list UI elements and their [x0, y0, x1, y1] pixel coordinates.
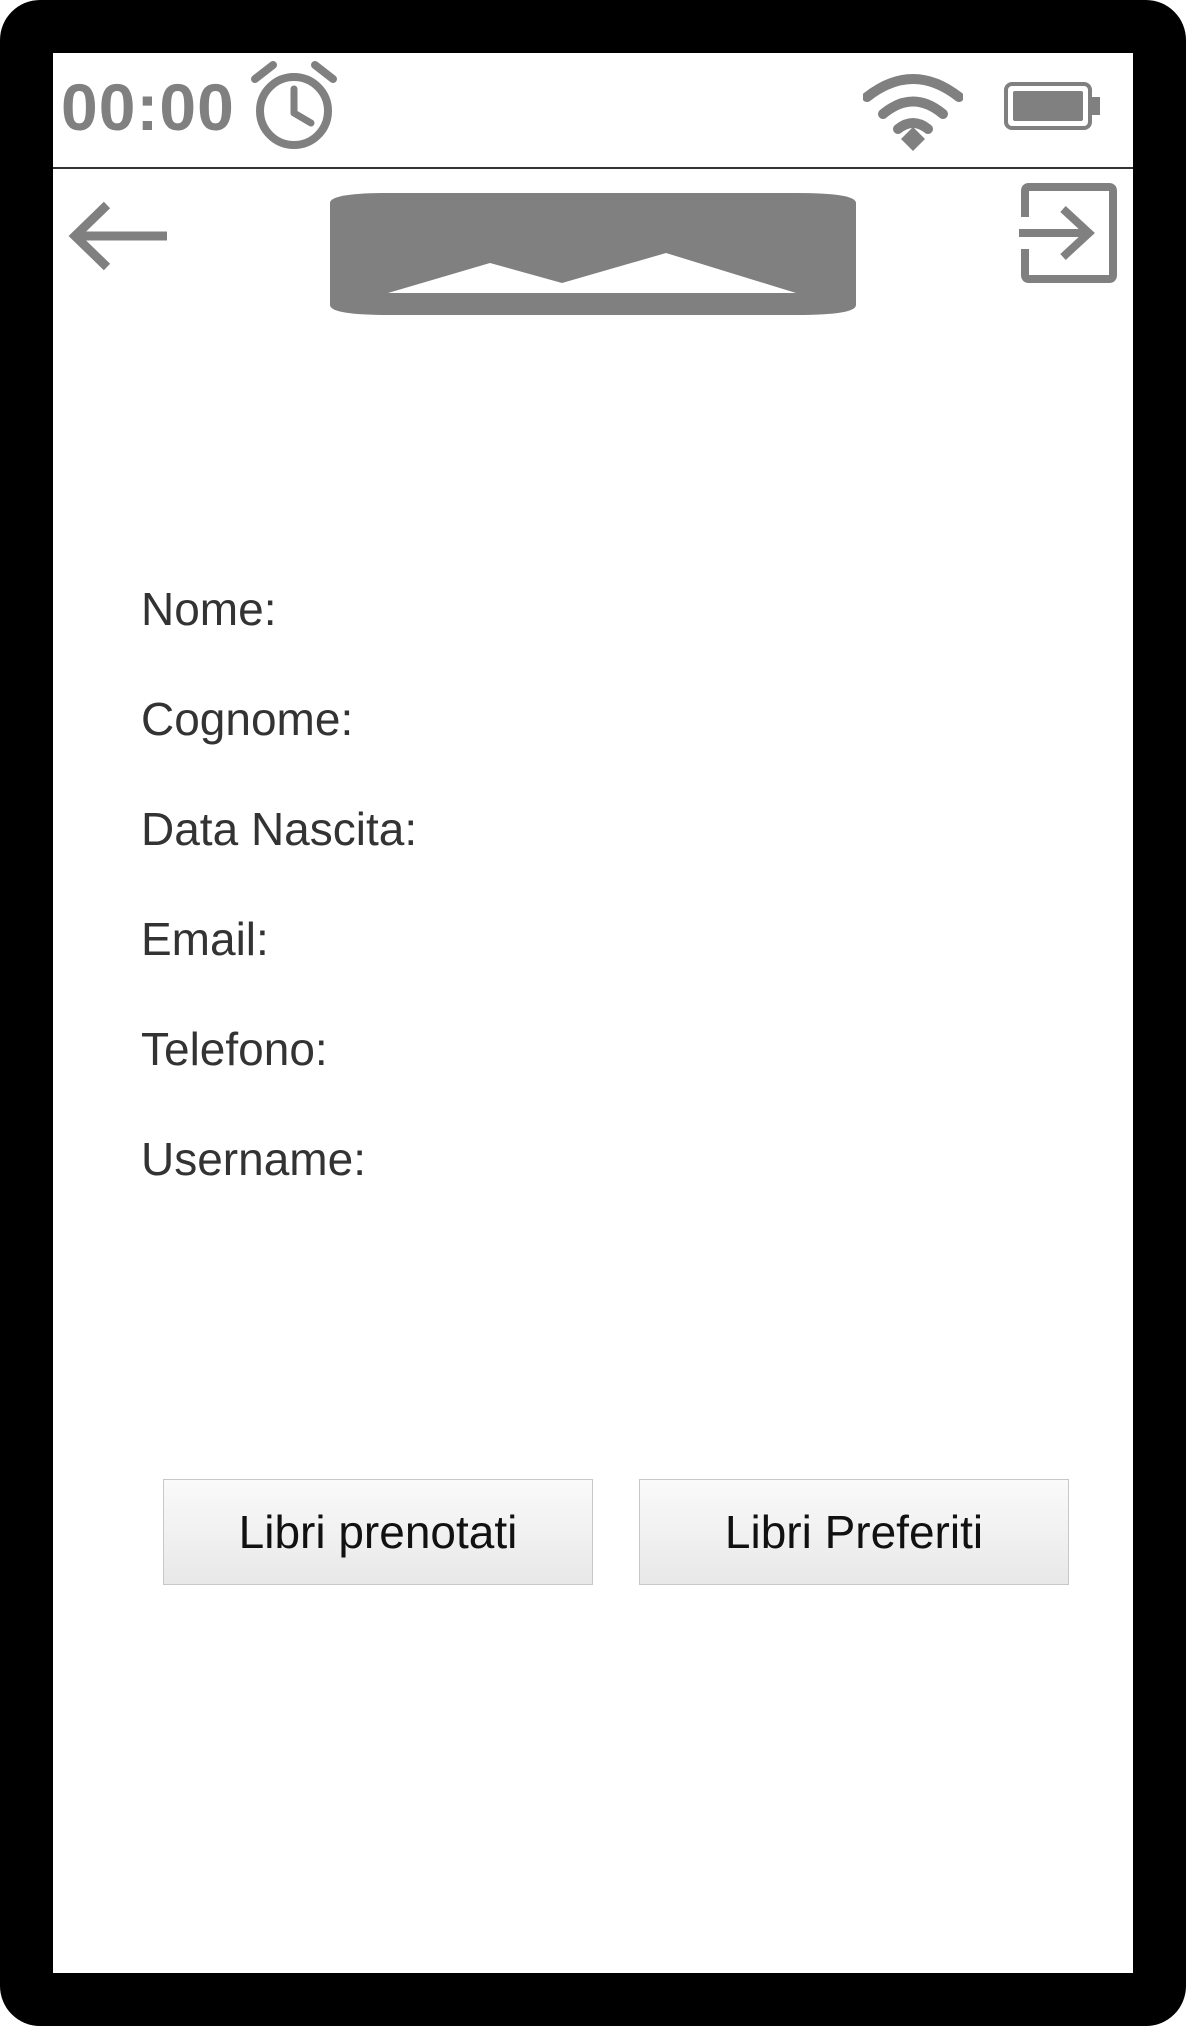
field-label-data-nascita: Data Nascita: [141, 803, 418, 855]
logo-image-placeholder-icon [330, 193, 856, 315]
wifi-icon [863, 74, 963, 151]
field-label-telefono: Telefono: [141, 1023, 328, 1075]
reserved-books-button[interactable]: Libri prenotati [163, 1479, 593, 1585]
battery-icon [1004, 82, 1100, 130]
status-time: 00:00 [61, 70, 235, 144]
logout-icon[interactable] [1019, 183, 1119, 283]
field-label-cognome: Cognome: [141, 693, 354, 745]
field-label-nome: Nome: [141, 583, 277, 635]
profile-fields: Nome: Cognome: Data Nascita: Email: Tele… [141, 577, 1041, 1237]
field-label-email: Email: [141, 913, 269, 965]
status-bar: 00:00 [53, 53, 1133, 169]
phone-screen: 00:00 Nome: Cognome: Data Nascita: Email… [53, 53, 1133, 1973]
alarm-icon [251, 61, 337, 149]
field-label-username: Username: [141, 1133, 366, 1185]
back-arrow-icon[interactable] [67, 201, 171, 271]
favorite-books-button[interactable]: Libri Preferiti [639, 1479, 1069, 1585]
phone-frame: 00:00 Nome: Cognome: Data Nascita: Email… [0, 0, 1186, 2026]
